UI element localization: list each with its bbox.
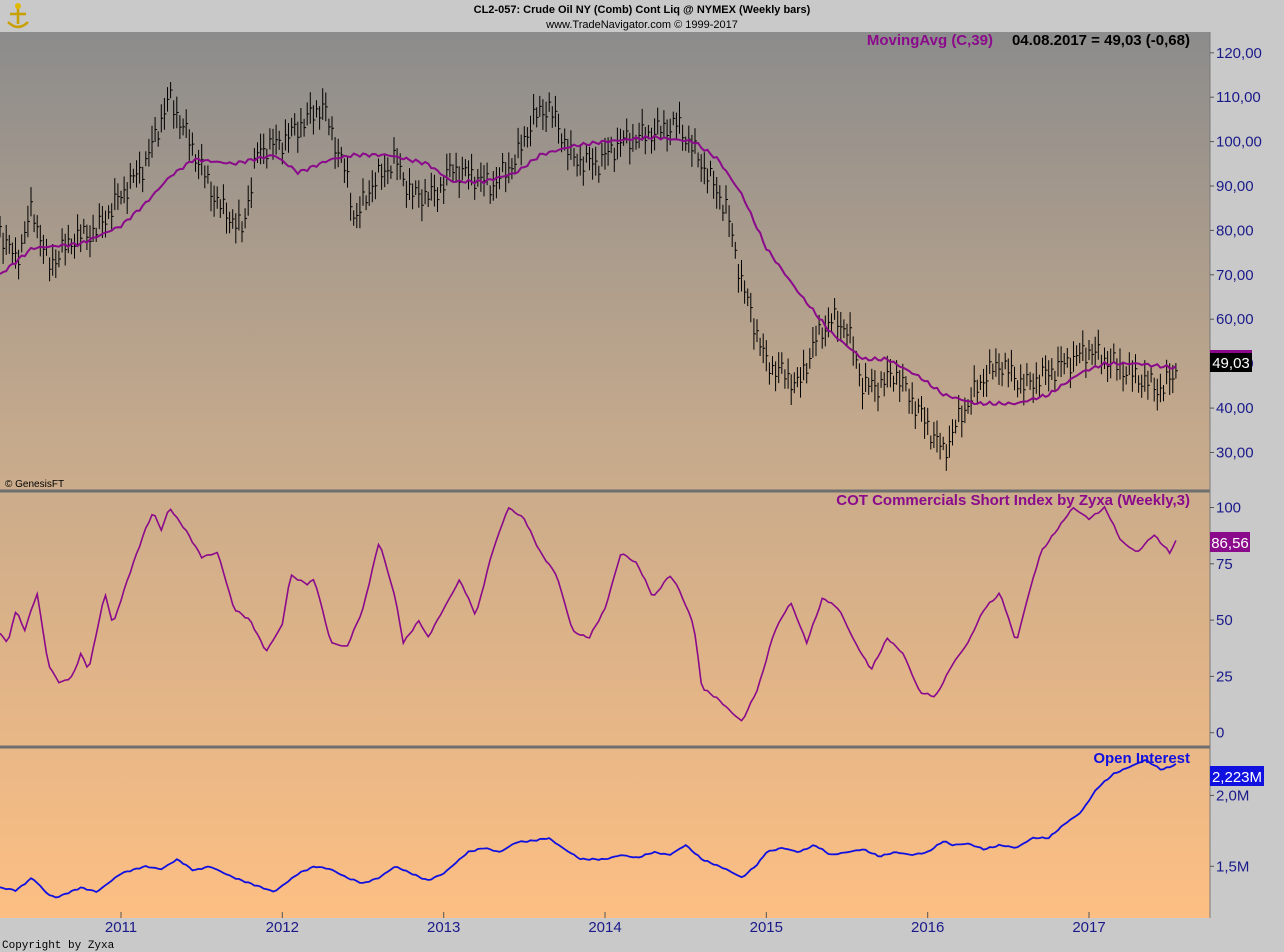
data-provider-note: © GenesisFT [5,479,64,490]
chart-canvas: CL2-057: Crude Oil NY (Comb) Cont Liq @ … [0,0,1284,952]
cot-legend: COT Commercials Short Index by Zyxa (Wee… [836,492,1190,509]
y-tick-label: 75 [1216,556,1233,573]
y-tick-label: 40,00 [1216,400,1254,417]
y-tick-label: 25 [1216,668,1233,685]
y-tick-label: 100 [1216,500,1241,517]
x-tick-label: 2012 [266,919,299,936]
y-tick-label: 2,0M [1216,787,1249,804]
x-tick-label: 2013 [427,919,460,936]
cot-last-badge: 86,56 [1210,532,1250,552]
y-tick-label: 70,00 [1216,267,1254,284]
x-tick-label: 2014 [588,919,621,936]
x-tick-label: 2016 [911,919,944,936]
chart-title: CL2-057: Crude Oil NY (Comb) Cont Liq @ … [474,4,811,16]
cot-last-value: 86,56 [1211,535,1249,552]
open-interest-legend: Open Interest [1093,750,1190,767]
y-tick-label: 120,00 [1216,45,1262,62]
chart-subtitle: www.TradeNavigator.com © 1999-2017 [545,19,738,31]
y-tick-label: 90,00 [1216,178,1254,195]
x-tick-label: 2015 [750,919,783,936]
moving-average-legend: MovingAvg (C,39) [867,32,993,49]
y-tick-label: 30,00 [1216,445,1254,462]
x-tick-label: 2011 [105,919,137,936]
y-tick-label: 1,5M [1216,858,1249,875]
copyright-note: Copyright by Zyxa [2,940,115,952]
open-interest-last-value: 2,223M [1212,769,1262,786]
moving-average-value: 04.08.2017 = 49,03 (-0,68) [1012,32,1190,49]
y-tick-label: 60,00 [1216,311,1254,328]
x-tick-label: 2017 [1072,919,1105,936]
y-tick-label: 50 [1216,612,1233,629]
y-tick-label: 0 [1216,725,1224,742]
price-last-value: 49,03 [1212,355,1250,372]
y-tick-label: 110,00 [1216,89,1261,106]
open-interest-last-badge: 2,223M [1210,766,1264,786]
price-last-badge: 49,03 [1210,350,1252,372]
y-tick-label: 100,00 [1216,134,1262,151]
y-tick-label: 80,00 [1216,222,1254,239]
